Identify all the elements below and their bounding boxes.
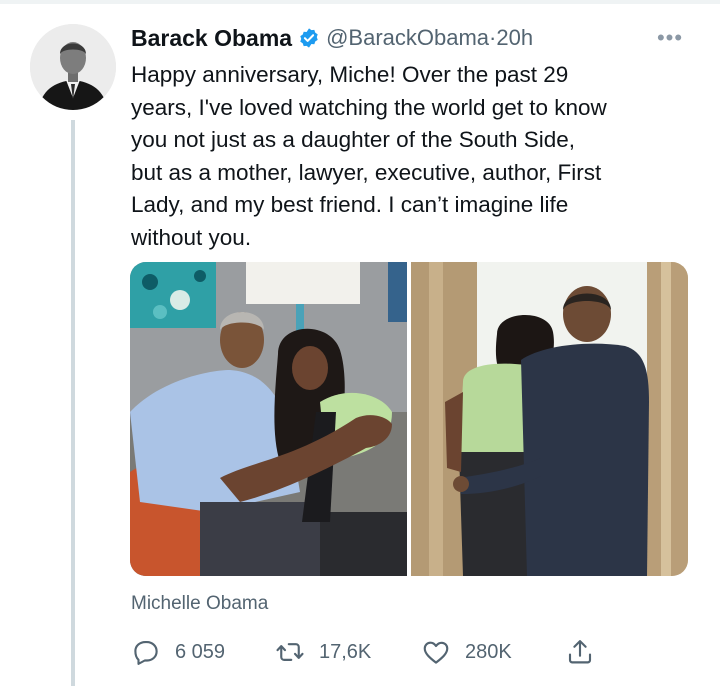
tweet-text: Happy anniversary, Miche! Over the past … [131,62,607,250]
tweet-actions: 6 059 17,6K 280K [131,636,611,668]
top-divider [0,0,720,4]
thread-line [71,120,75,686]
author-handle[interactable]: @BarackObama [326,25,489,51]
retweet-button[interactable]: 17,6K [275,636,371,668]
share-button[interactable] [565,636,595,668]
media-grid [130,262,688,576]
photo-couple-window[interactable] [411,262,688,576]
avatar[interactable] [30,24,116,110]
like-count: 280K [465,640,512,663]
share-icon [568,640,592,664]
header-separator: · [489,25,497,50]
heart-icon [423,641,449,664]
tweet-timestamp[interactable]: 20h [496,25,533,51]
retweet-count: 17,6K [319,640,372,663]
tagged-user[interactable]: Michelle Obama [131,593,268,615]
verified-badge-icon [300,28,318,48]
reply-button[interactable]: 6 059 [131,636,225,668]
author-name[interactable]: Barack Obama [131,25,292,52]
like-button[interactable]: 280K [421,636,512,668]
more-icon: ••• [656,25,684,50]
reply-icon [134,640,158,665]
tweet-header: Barack Obama @BarackObama · 20h [131,22,533,54]
photo-window-image [411,262,688,576]
avatar-photo [30,24,116,110]
more-options-button[interactable]: ••• [652,25,688,50]
retweet-icon [276,643,304,661]
photo-couple-sofa[interactable] [130,262,407,576]
photo-sofa-image [130,262,407,576]
reply-count: 6 059 [175,640,226,663]
